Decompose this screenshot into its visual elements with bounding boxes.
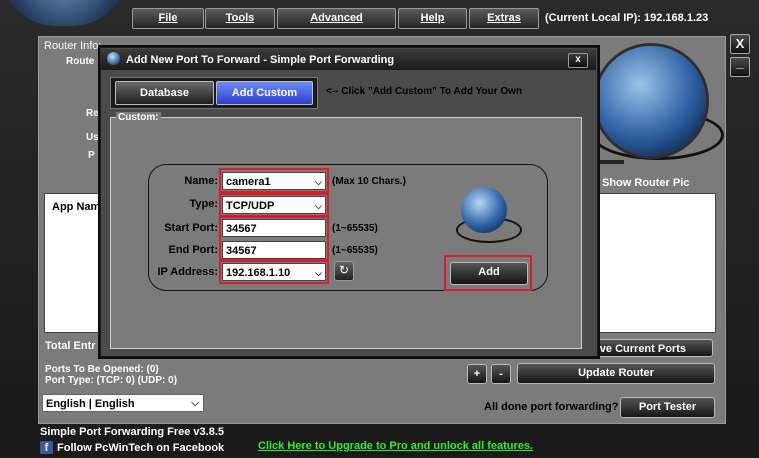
start-port-note: (1~65535) <box>332 223 378 234</box>
tab-database[interactable]: Database <box>115 81 214 105</box>
menu-tools[interactable]: Tools <box>205 8 275 29</box>
type-highlight <box>219 193 329 217</box>
app-name-column-header[interactable]: App Nam <box>52 201 100 213</box>
chevron-down-icon: ⌵ <box>191 398 199 409</box>
add-port-plus-button[interactable]: + <box>467 364 487 384</box>
version-label: Simple Port Forwarding Free v3.8.5 <box>40 426 224 438</box>
local-ip-label: (Current Local IP): 192.168.1.23 <box>545 12 709 24</box>
language-select-value: English | English <box>46 398 135 410</box>
router-globe-icon[interactable] <box>596 46 706 156</box>
router-info-field: Route <box>66 56 95 67</box>
refresh-icon[interactable]: ↻ <box>334 261 354 281</box>
globe-app-icon <box>107 52 120 65</box>
custom-group-label: Custom: <box>116 112 161 123</box>
router-info-field: Us <box>86 132 99 143</box>
ip-address-label: IP Address: <box>157 266 218 278</box>
remove-port-minus-button[interactable]: - <box>491 364 511 384</box>
add-custom-hint: <-- Click "Add Custom" To Add Your Own <box>326 86 523 97</box>
name-label: Name: <box>184 175 218 187</box>
menu-extras[interactable]: Extras <box>469 8 539 29</box>
port-tester-button[interactable]: Port Tester <box>620 397 715 418</box>
add-highlight <box>444 255 532 291</box>
dialog-title: Add New Port To Forward - Simple Port Fo… <box>126 54 395 66</box>
ip-address-highlight <box>219 260 329 284</box>
facebook-icon[interactable]: f <box>40 441 53 454</box>
update-router-button[interactable]: Update Router <box>517 363 715 384</box>
all-done-label: All done port forwarding? <box>484 401 619 413</box>
tab-add-custom[interactable]: Add Custom <box>216 81 313 105</box>
ports-highlight <box>219 216 329 261</box>
globe-icon <box>461 187 507 233</box>
router-info-label: Router Info: <box>44 40 102 52</box>
app-minimize-button[interactable]: _ <box>730 56 750 77</box>
router-info-field: Re <box>86 108 99 119</box>
ports-to-be-opened-label: Ports To Be Opened: (0) <box>45 364 159 375</box>
port-type-label: Port Type: (TCP: 0) (UDP: 0) <box>45 375 178 386</box>
dialog-close-button[interactable]: x <box>568 53 588 68</box>
name-highlight <box>219 168 329 193</box>
end-port-note: (1~65535) <box>332 245 378 256</box>
start-port-label: Start Port: <box>164 222 218 234</box>
name-note: (Max 10 Chars.) <box>332 176 406 187</box>
upgrade-link[interactable]: Click Here to Upgrade to Pro and unlock … <box>258 440 533 452</box>
show-router-pic-label[interactable]: Show Router Pic <box>602 177 689 189</box>
language-select[interactable]: English | English ⌵ <box>42 394 204 412</box>
app-close-button[interactable]: X <box>730 34 750 54</box>
menu-file[interactable]: File <box>132 8 204 29</box>
type-label: Type: <box>189 198 218 210</box>
menu-help[interactable]: Help <box>398 8 467 29</box>
follow-facebook-link[interactable]: Follow PcWinTech on Facebook <box>57 442 224 454</box>
menu-advanced[interactable]: Advanced <box>277 8 396 29</box>
total-entries-label: Total Entr <box>45 340 96 352</box>
router-info-field: P <box>88 150 95 161</box>
end-port-label: End Port: <box>168 244 219 256</box>
